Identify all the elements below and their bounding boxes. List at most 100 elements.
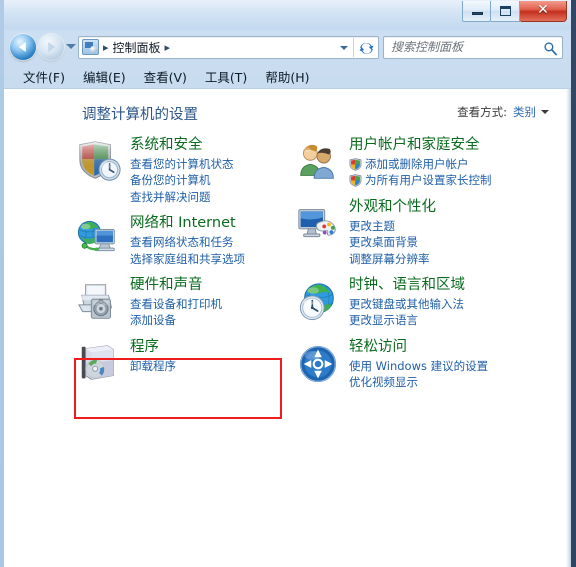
category-link[interactable]: 查看网络状态和任务 [130, 234, 245, 250]
category-text: 用户帐户和家庭安全 添加或删除用户帐户 为所有用户设置家长控制 [345, 137, 492, 189]
refresh-icon [359, 42, 374, 54]
category-link[interactable]: 为所有用户设置家长控制 [349, 172, 492, 188]
address-dropdown-button[interactable] [336, 37, 353, 58]
search-input[interactable] [384, 40, 540, 54]
forward-button[interactable] [38, 34, 64, 60]
category-link-label: 更改键盘或其他输入法 [349, 296, 464, 311]
menu-view[interactable]: 查看(V) [135, 65, 196, 88]
category-item: 网络和 Internet 查看网络状态和任务 选择家庭组和共享选项 [76, 215, 286, 267]
category-grid: 系统和安全查看您的计算机状态 备份您的计算机 查找并解决问题 网络和 Interne… [4, 127, 571, 567]
content-pane: 调整计算机的设置 查看方式: 类别 系统和安全 查看您的计算机状态 备份您的计算机查… [4, 88, 571, 567]
category-item: 时钟、语言和区域 更改键盘或其他输入法 更改显示语言 [295, 277, 500, 329]
category-link-label: 添加或删除用户帐户 [365, 157, 469, 172]
recent-locations-button[interactable] [64, 32, 78, 62]
category-text: 轻松访问使用 Windows 建议的设置 优化视频显示 [345, 339, 488, 391]
content-header: 调整计算机的设置 查看方式: 类别 [4, 89, 571, 127]
category-link-label: 查看您的计算机状态 [130, 157, 234, 172]
category-link-label: 使用 Windows 建议的设置 [349, 358, 489, 373]
refresh-button[interactable] [354, 37, 378, 58]
category-item: 用户帐户和家庭安全 添加或删除用户帐户 为所有用户设置家长控制 [295, 137, 500, 189]
users-icon [295, 139, 345, 187]
menu-bar: 文件(F) 编辑(E) 查看(V) 工具(T) 帮助(H) [4, 64, 571, 88]
category-link-label: 选择家庭组和共享选项 [130, 251, 245, 266]
breadcrumb-control-panel[interactable]: 控制面板 [113, 39, 161, 56]
close-button[interactable]: ✕ [520, 1, 567, 22]
category-column-right: 用户帐户和家庭安全 添加或删除用户帐户 为所有用户设置家长控制 外观和个性化 更改… [295, 137, 500, 400]
content-right-edge [566, 89, 571, 567]
category-title[interactable]: 网络和 Internet [130, 215, 245, 232]
uac-shield-icon [349, 158, 362, 171]
category-link[interactable]: 添加设备 [130, 312, 222, 328]
category-link[interactable]: 更改键盘或其他输入法 [349, 296, 465, 312]
category-link[interactable]: 更改主题 [349, 218, 436, 234]
minimize-button[interactable] [462, 1, 491, 22]
ease-of-access-icon [295, 341, 345, 389]
menu-edit[interactable]: 编辑(E) [74, 65, 135, 88]
globe-clock-icon [295, 279, 345, 327]
category-item: 系统和安全查看您的计算机状态 备份您的计算机 查找并解决问题 [76, 137, 286, 205]
window-caption-buttons: ✕ [462, 1, 567, 25]
control-panel-window: ✕ ▸ 控制面板 ▸ 搜索控制面板 文件(F) 编辑(E) 查看(V) 工具(T… [0, 0, 576, 567]
category-title[interactable]: 轻松访问 [349, 339, 488, 356]
category-link[interactable]: 查找并解决问题 [130, 189, 234, 205]
chevron-down-icon[interactable] [541, 110, 549, 114]
category-title[interactable]: 时钟、语言和区域 [349, 277, 465, 294]
category-link-label: 更改桌面背景 [349, 235, 418, 250]
control-panel-icon [82, 39, 99, 55]
address-toolbar: ▸ 控制面板 ▸ [4, 30, 571, 64]
maximize-icon [500, 6, 511, 16]
category-title[interactable]: 系统和安全 [130, 137, 234, 154]
breadcrumb-separator: ▸ [103, 40, 109, 54]
category-link[interactable]: 使用 Windows 建议的设置 [349, 358, 488, 374]
category-item: 程序 卸载程序 [76, 339, 286, 389]
monitor-palette-icon [295, 201, 345, 249]
arrow-right-icon [48, 42, 56, 52]
category-link-label: 更改主题 [349, 218, 395, 233]
breadcrumb-separator-2[interactable]: ▸ [161, 41, 175, 54]
search-icon[interactable] [540, 37, 562, 58]
category-link-label: 备份您的计算机 [130, 173, 211, 188]
category-link-label: 查看网络状态和任务 [130, 235, 234, 250]
category-link[interactable]: 添加或删除用户帐户 [349, 156, 492, 172]
category-link[interactable]: 备份您的计算机 [130, 172, 234, 188]
category-link-label: 更改显示语言 [349, 313, 418, 328]
close-icon: ✕ [537, 2, 549, 18]
category-link[interactable]: 优化视频显示 [349, 374, 488, 390]
category-item: 硬件和声音查看设备和打印机 添加设备 [76, 277, 286, 329]
category-link[interactable]: 查看设备和打印机 [130, 296, 222, 312]
search-box[interactable] [383, 35, 563, 59]
category-link[interactable]: 查看您的计算机状态 [130, 156, 234, 172]
category-link-label: 卸载程序 [130, 358, 176, 373]
category-link-label: 优化视频显示 [349, 375, 418, 390]
printer-speaker-icon [76, 279, 126, 327]
minimize-icon [472, 12, 483, 15]
category-link-label: 查找并解决问题 [130, 189, 211, 204]
category-text: 系统和安全查看您的计算机状态 备份您的计算机 查找并解决问题 [126, 137, 234, 205]
category-link-label: 查看设备和打印机 [130, 296, 222, 311]
address-bar[interactable]: ▸ 控制面板 ▸ [78, 35, 379, 59]
maximize-button[interactable] [491, 1, 520, 22]
view-by-value[interactable]: 类别 [513, 104, 536, 120]
view-by-control[interactable]: 查看方式: 类别 [457, 104, 549, 120]
category-link[interactable]: 调整屏幕分辨率 [349, 251, 436, 267]
category-link-label: 添加设备 [130, 313, 176, 328]
category-link-label: 为所有用户设置家长控制 [365, 173, 492, 188]
menu-file[interactable]: 文件(F) [14, 65, 74, 88]
category-link[interactable]: 卸载程序 [130, 358, 176, 374]
shield-clock-icon [76, 139, 126, 187]
back-button[interactable] [10, 34, 36, 60]
page-title: 调整计算机的设置 [82, 107, 198, 123]
category-link[interactable]: 选择家庭组和共享选项 [130, 251, 245, 267]
category-link-label: 调整屏幕分辨率 [349, 251, 430, 266]
category-link[interactable]: 更改桌面背景 [349, 234, 436, 250]
category-title[interactable]: 用户帐户和家庭安全 [349, 137, 492, 154]
category-title[interactable]: 硬件和声音 [130, 277, 222, 294]
network-globe-icon [76, 217, 126, 265]
category-link[interactable]: 更改显示语言 [349, 312, 465, 328]
menu-help[interactable]: 帮助(H) [256, 65, 318, 88]
category-title[interactable]: 程序 [130, 339, 176, 356]
menu-tools[interactable]: 工具(T) [196, 65, 256, 88]
category-column-left: 系统和安全查看您的计算机状态 备份您的计算机 查找并解决问题 网络和 Interne… [76, 137, 286, 399]
view-by-label: 查看方式: [457, 105, 507, 119]
category-title[interactable]: 外观和个性化 [349, 199, 436, 216]
